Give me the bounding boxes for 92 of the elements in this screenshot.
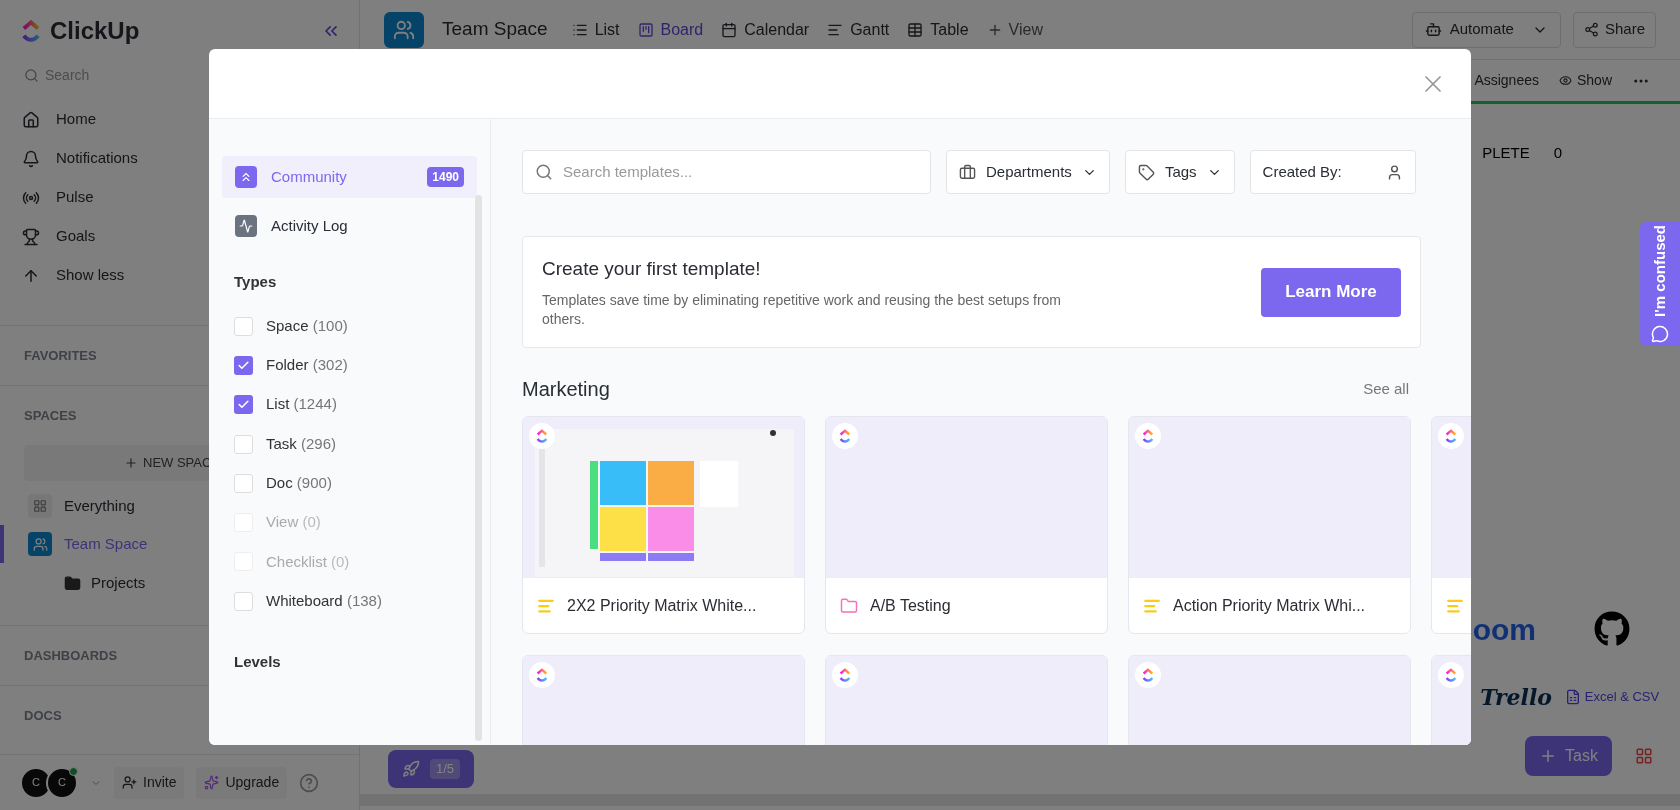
app-logo-icon: [534, 428, 550, 444]
dialog-nav-item[interactable]: Activity Log: [222, 205, 477, 247]
app-logo-icon: [837, 667, 853, 683]
table-icon: [907, 21, 924, 38]
add-task-button[interactable]: Task: [1525, 736, 1612, 776]
section-heading: SPACES: [24, 406, 77, 425]
spreadsheet-icon: [1564, 689, 1581, 705]
add-person-icon: [122, 775, 137, 790]
checkbox[interactable]: [234, 473, 253, 493]
community-icon: [235, 166, 257, 188]
template-card[interactable]: Action Priority Matrix Whi...: [1128, 416, 1411, 634]
app-logo-icon: [837, 428, 853, 444]
see-all-link[interactable]: See all: [1363, 377, 1409, 401]
trophy-icon: [22, 227, 40, 246]
type-filter[interactable]: List (1244): [234, 385, 465, 425]
view-tab[interactable]: Table: [907, 11, 969, 48]
nav-item[interactable]: Home: [22, 100, 337, 139]
robot-icon: [1424, 21, 1442, 38]
view-tab[interactable]: Gantt: [827, 11, 890, 48]
scrollbar[interactable]: [475, 195, 482, 741]
template-card[interactable]: 2X2 Priority Matrix White...: [522, 416, 805, 634]
section-title: Marketing: [522, 377, 610, 402]
feedback-tab[interactable]: I'm confused: [1640, 222, 1680, 346]
card-title: A/B Testing: [870, 595, 951, 616]
levels-heading: Levels: [233, 651, 282, 672]
view-tab[interactable]: Board: [637, 11, 704, 48]
sparkles-icon: [204, 775, 220, 790]
briefcase-icon: [959, 163, 976, 181]
eye-icon: [1558, 74, 1572, 87]
template-card[interactable]: A/B Testing: [825, 416, 1108, 634]
calendar-icon: [721, 21, 738, 38]
home-icon: [22, 110, 40, 129]
app-logo-icon: [1140, 667, 1156, 683]
checkbox[interactable]: [234, 355, 253, 375]
column-title: PLETE: [1482, 143, 1530, 163]
tag-icon: [1137, 163, 1155, 181]
automate-button[interactable]: Automate: [1411, 11, 1561, 48]
card-title: 2X2 Priority Matrix White...: [567, 595, 757, 616]
banner-title: Create your first template!: [542, 256, 761, 281]
filter-dropdown[interactable]: Departments: [946, 150, 1110, 194]
checkbox[interactable]: [234, 395, 253, 415]
team-icon: [28, 532, 52, 556]
section-heading: DOCS: [24, 706, 62, 725]
rocket-icon: [402, 760, 420, 778]
check-icon: [237, 358, 250, 372]
add-view-button[interactable]: View: [986, 17, 1043, 42]
plus-icon: [124, 456, 138, 470]
activity-icon: [235, 215, 257, 237]
dialog-nav-item[interactable]: Community 1490: [222, 156, 477, 198]
view-tab[interactable]: Calendar: [721, 11, 810, 48]
search-icon: [535, 163, 553, 181]
template-search-box[interactable]: Search templates...: [522, 150, 931, 194]
app-logo-icon: [1443, 667, 1459, 683]
share-icon: [1583, 22, 1599, 37]
template-search-field[interactable]: Search templates...: [563, 160, 918, 184]
section-heading: FAVORITES: [24, 346, 97, 365]
share-button[interactable]: Share: [1572, 11, 1656, 48]
app-logo-icon: [534, 667, 550, 683]
type-filter[interactable]: Space (100): [234, 306, 465, 346]
checkbox[interactable]: [234, 434, 253, 454]
app-logo-text: ClickUp: [50, 16, 140, 46]
app-logo-icon: [1140, 428, 1156, 444]
assignees-button[interactable]: Assignees: [1474, 70, 1539, 91]
checkbox[interactable]: [234, 591, 253, 611]
count-badge: 1490: [427, 167, 464, 187]
section-heading: DASHBOARDS: [24, 646, 118, 665]
type-filter[interactable]: Folder (302): [234, 345, 465, 386]
upgrade-button[interactable]: Upgrade: [196, 766, 288, 799]
invite-button[interactable]: Invite: [114, 766, 185, 799]
space-title: Team Space: [442, 17, 548, 42]
checkbox[interactable]: [234, 316, 253, 336]
view-tab[interactable]: List: [571, 11, 620, 48]
grid-icon: [28, 494, 52, 518]
help-icon[interactable]: [299, 772, 320, 793]
filter-dropdown[interactable]: Created By:: [1249, 150, 1416, 194]
filter-dropdown[interactable]: Tags: [1124, 150, 1235, 194]
cat-logo-icon: [1594, 611, 1630, 647]
folder-icon: [840, 596, 858, 615]
column-count: 0: [1553, 143, 1562, 163]
folder-icon: [64, 574, 81, 592]
bell-icon: [22, 149, 40, 168]
search-icon: [24, 67, 39, 83]
learn-more-button[interactable]: Learn More: [1261, 267, 1401, 317]
board-icon: [637, 21, 654, 38]
avatar[interactable]: C: [46, 766, 78, 799]
chat-icon: [1651, 324, 1669, 343]
type-filter[interactable]: Whiteboard (138): [234, 581, 465, 621]
show-button[interactable]: Show: [1558, 70, 1612, 91]
types-heading: Types: [233, 272, 278, 292]
card-title: Action Priority Matrix Whi...: [1173, 595, 1366, 616]
app-logo-icon: [1443, 428, 1459, 444]
banner-text: Templates save time by eliminating repetitive work and reusing the best setups from others.: [542, 291, 1063, 330]
